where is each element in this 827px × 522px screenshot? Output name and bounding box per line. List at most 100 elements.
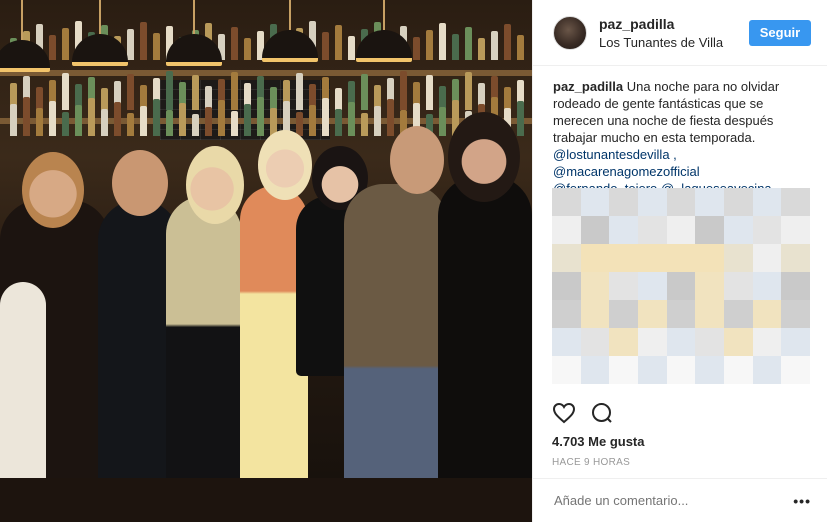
bottle <box>179 103 186 136</box>
bottle <box>452 34 459 60</box>
bottle <box>23 97 30 136</box>
blur-cell <box>752 188 782 216</box>
blur-cell <box>781 244 811 272</box>
bottle <box>400 71 407 110</box>
blur-row <box>552 300 811 328</box>
bottle <box>127 113 134 136</box>
blur-cell <box>580 328 610 356</box>
bottle <box>62 73 69 110</box>
bottle <box>36 108 43 136</box>
bottle <box>296 73 303 110</box>
bottle <box>335 25 342 60</box>
location-link[interactable]: Los Tunantes de Villa <box>599 35 749 50</box>
floor <box>0 478 532 522</box>
blur-cell <box>552 272 581 300</box>
bottle <box>231 111 238 136</box>
blur-cell <box>552 188 581 216</box>
bottle <box>10 104 17 136</box>
blur-cell <box>580 244 610 272</box>
blur-cell <box>781 188 811 216</box>
blur-cell <box>781 216 811 244</box>
blur-cell <box>752 244 782 272</box>
bottle <box>465 72 472 110</box>
username-link[interactable]: paz_padilla <box>599 16 749 32</box>
blur-cell <box>580 272 610 300</box>
bottle <box>517 101 524 136</box>
post-photo[interactable] <box>0 0 532 522</box>
blur-cell <box>724 300 753 328</box>
blur-cell <box>695 328 725 356</box>
blur-cell <box>609 272 639 300</box>
bottle <box>361 74 368 110</box>
person <box>438 176 532 522</box>
person-head <box>186 146 244 224</box>
caption-username[interactable]: paz_padilla <box>553 79 623 94</box>
comment-icon[interactable] <box>590 402 614 429</box>
blur-cell <box>752 356 782 384</box>
bottle <box>101 88 108 110</box>
blur-row <box>552 272 811 300</box>
like-count[interactable]: 4.703 Me gusta <box>552 434 645 449</box>
blur-cell <box>638 272 667 300</box>
bottle <box>88 98 95 136</box>
blur-cell <box>752 272 782 300</box>
avatar[interactable] <box>553 15 587 50</box>
blur-cell <box>609 356 639 384</box>
blur-cell <box>666 244 696 272</box>
bottle <box>140 106 147 136</box>
bottle <box>62 112 69 136</box>
bottle <box>36 87 43 110</box>
bottle <box>140 22 147 60</box>
bottle <box>153 99 160 136</box>
person <box>166 196 242 516</box>
blur-cell <box>552 356 581 384</box>
bottle <box>361 113 368 136</box>
blur-cell <box>638 300 667 328</box>
shelf <box>0 70 532 76</box>
comment-bar: ••• <box>532 478 827 522</box>
blur-cell <box>609 300 639 328</box>
bottle <box>348 36 355 60</box>
blur-cell <box>695 300 725 328</box>
bottle <box>49 101 56 136</box>
blurred-comments <box>552 188 811 384</box>
bottle <box>504 24 511 60</box>
mention-link[interactable]: @macarenagomezofficial <box>553 163 811 180</box>
bottle <box>413 37 420 60</box>
blur-cell <box>695 244 725 272</box>
blur-cell <box>580 356 610 384</box>
blur-cell <box>552 216 581 244</box>
blur-cell <box>752 300 782 328</box>
blur-cell <box>781 356 811 384</box>
blur-cell <box>609 188 639 216</box>
bottle <box>166 71 173 110</box>
bottle <box>335 109 342 136</box>
bottle <box>478 38 485 60</box>
blur-cell <box>638 244 667 272</box>
pendant-lamp <box>72 0 128 66</box>
blur-cell <box>695 216 725 244</box>
blur-cell <box>724 216 753 244</box>
blur-cell <box>724 244 753 272</box>
bottle <box>231 27 238 60</box>
mention-link[interactable]: @lostunantesdevilla , <box>553 146 811 163</box>
blur-cell <box>724 328 753 356</box>
bottle <box>205 107 212 136</box>
header-text: paz_padilla Los Tunantes de Villa <box>599 16 749 50</box>
comment-input[interactable] <box>554 493 794 508</box>
timestamp[interactable]: HACE 9 HORAS <box>552 457 630 468</box>
bottle <box>257 97 264 136</box>
bottle <box>322 98 329 136</box>
pendant-lamp <box>166 0 222 66</box>
bottle <box>296 112 303 136</box>
like-icon[interactable] <box>552 402 576 429</box>
blur-cell <box>609 244 639 272</box>
follow-button[interactable]: Seguir <box>749 19 811 46</box>
blur-cell <box>666 216 696 244</box>
bottle <box>491 31 498 60</box>
bottle <box>244 38 251 60</box>
blur-cell <box>609 216 639 244</box>
bottle <box>218 100 225 136</box>
bottle <box>439 107 446 136</box>
more-options-icon[interactable]: ••• <box>793 493 811 509</box>
